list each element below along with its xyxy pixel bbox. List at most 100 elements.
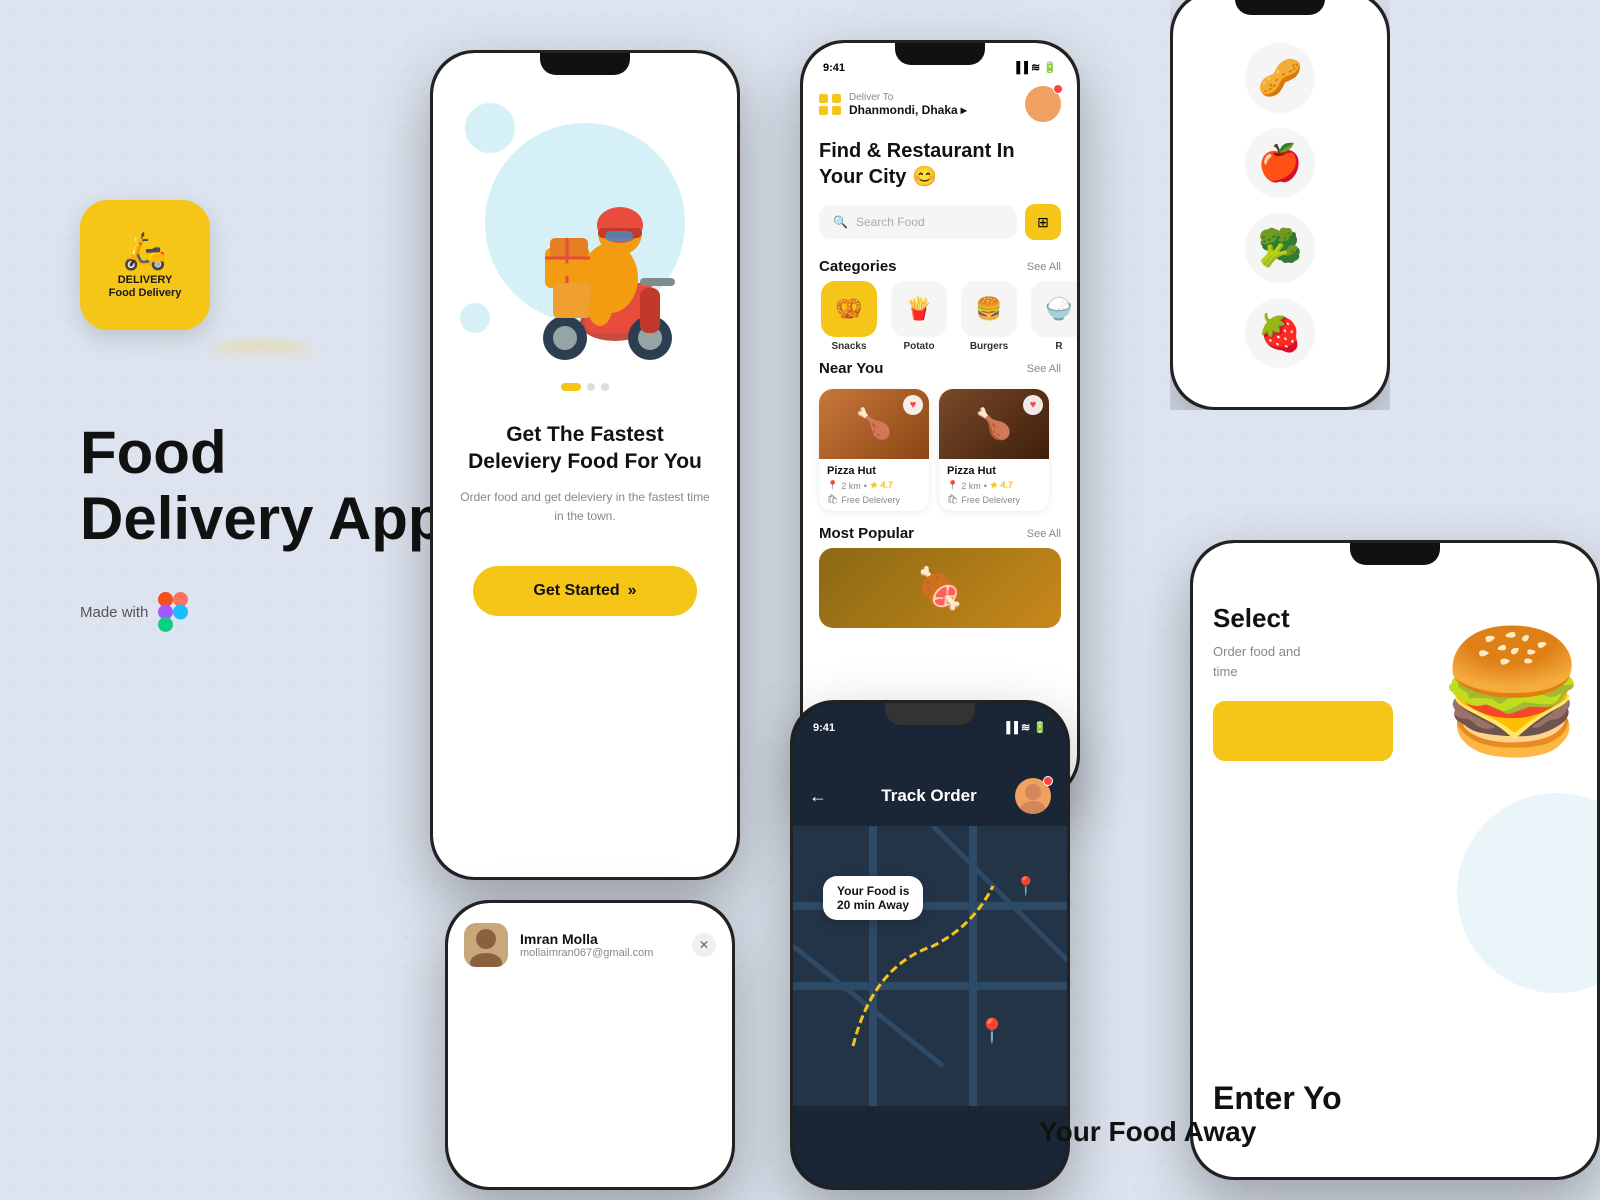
popular-food-emoji: 🍖	[915, 565, 965, 612]
made-with-row: Made with	[80, 592, 445, 632]
yellow-cta-block[interactable]	[1213, 701, 1393, 761]
map-roads-svg	[793, 826, 1067, 1106]
phone-far-right-top: 🥜 🍎 🥦 🍓	[1170, 0, 1390, 410]
delivery-illustration	[455, 93, 715, 373]
restaurant-card-1[interactable]: 🍗 ♥ Pizza Hut 📍 2 km • ★ 4.7 🛍 Free Dele…	[819, 389, 929, 511]
onboarding-title: Get The FastestDeleviery Food For You	[457, 421, 713, 476]
heart-icon-1[interactable]: ♥	[903, 395, 923, 415]
title-line2: Delivery App	[80, 486, 445, 552]
categories-see-all[interactable]: See All	[1027, 261, 1061, 273]
category-snacks-label: Snacks	[831, 341, 866, 352]
restaurant-rating-1: ★ 4.7	[870, 480, 893, 491]
pin-icon-2: 📍	[947, 480, 958, 491]
grid-icon[interactable]	[819, 94, 841, 115]
onboarding-subtitle: Order food and get deleviery in the fast…	[457, 488, 713, 526]
search-box[interactable]: 🔍 Search Food	[819, 205, 1017, 239]
app-icon-label-top: DELIVERY	[109, 274, 182, 287]
track-title: Track Order	[843, 786, 1015, 806]
restaurant-img-2: 🍗 ♥	[939, 389, 1049, 459]
back-button[interactable]: ←	[809, 786, 827, 807]
app-icon-label-bottom: Food Delivery	[109, 287, 182, 300]
deliver-location: Dhanmondi, Dhaka ▸	[849, 103, 967, 117]
far-right-bottom-notch	[1350, 543, 1440, 565]
phone-right-top: 9:41 ▐▐ ≋ 🔋 Deliver To Dhanmondi, Dhaka …	[800, 40, 1080, 800]
far-right-top-notch	[1235, 0, 1325, 15]
bag-icon-2: 🛍	[947, 494, 958, 505]
user-info-block: Imran Molla mollaimran067@gmail.com	[520, 931, 680, 959]
restaurant-name-1: Pizza Hut	[827, 465, 921, 477]
app-icon-label: DELIVERY Food Delivery	[109, 274, 182, 300]
phone-right-top-screen: 9:41 ▐▐ ≋ 🔋 Deliver To Dhanmondi, Dhaka …	[803, 43, 1077, 797]
restaurant-delivery-2: 🛍 Free Deleivery	[947, 494, 1041, 505]
categories-title: Categories	[819, 258, 897, 275]
categories-header: Categories See All	[803, 250, 1077, 281]
pin-icon-1: 📍	[827, 480, 838, 491]
category-rice-icon: 🍚	[1031, 281, 1077, 337]
restaurant-delivery-1: 🛍 Free Deleivery	[827, 494, 921, 505]
near-you-header: Near You See All	[803, 352, 1077, 383]
food-item-nuts: 🥜	[1245, 43, 1315, 113]
delivery-label-2: Free Deleivery	[961, 495, 1020, 505]
bag-icon-1: 🛍	[827, 494, 838, 505]
near-you-see-all[interactable]: See All	[1027, 363, 1061, 375]
restaurant-info-1: Pizza Hut 📍 2 km • ★ 4.7 🛍 Free Deleiver…	[819, 459, 929, 511]
phone-center-screen: Get The FastestDeleviery Food For You Or…	[433, 53, 737, 877]
most-popular-header: Most Popular See All	[803, 517, 1077, 548]
near-you-title: Near You	[819, 360, 883, 377]
get-started-label: Get Started	[533, 582, 619, 600]
track-screen: 9:41 ▐▐ ≋ 🔋 ← Track Order	[793, 703, 1067, 1187]
dot-2	[587, 383, 595, 391]
category-potato[interactable]: 🍟 Potato	[889, 281, 949, 352]
avatar-wrapper	[1025, 86, 1061, 122]
filter-icon: ⊞	[1037, 214, 1049, 231]
category-burgers[interactable]: 🍔 Burgers	[959, 281, 1019, 352]
category-rice[interactable]: 🍚 R	[1029, 281, 1077, 352]
far-right-bottom-screen: Select Order food andtime 🍔 Enter Yo	[1193, 543, 1597, 1177]
close-button[interactable]: ✕	[692, 933, 716, 957]
restaurant-meta-2: 📍 2 km • ★ 4.7	[947, 480, 1041, 491]
restaurant-info-2: Pizza Hut 📍 2 km • ★ 4.7 🛍 Free Deleiver…	[939, 459, 1049, 511]
phone-center-notch	[540, 53, 630, 75]
track-notch	[885, 703, 975, 725]
food-item-apple: 🍎	[1245, 128, 1315, 198]
delivery-label-1: Free Deleivery	[841, 495, 900, 505]
category-snacks[interactable]: 🥨 Snacks	[819, 281, 879, 352]
grid-dot-2	[832, 94, 841, 103]
your-food-away-text: Your Food Away	[1039, 1116, 1256, 1148]
get-started-arrow: »	[628, 582, 637, 600]
title-line1: Food	[80, 420, 445, 486]
near-you-grid: 🍗 ♥ Pizza Hut 📍 2 km • ★ 4.7 🛍 Free Dele…	[803, 383, 1077, 517]
app-icon-scooter-emoji: 🛵	[123, 230, 168, 272]
dots-indicator	[561, 383, 609, 391]
phone-far-right-bottom: Select Order food andtime 🍔 Enter Yo	[1190, 540, 1600, 1180]
far-right-top-screen: 🥜 🍎 🥦 🍓	[1173, 0, 1387, 407]
restaurant-name-2: Pizza Hut	[947, 465, 1041, 477]
category-rice-label: R	[1055, 341, 1062, 352]
restaurant-card-2[interactable]: 🍗 ♥ Pizza Hut 📍 2 km • ★ 4.7 🛍 Free Dele…	[939, 389, 1049, 511]
deliver-to-block: Deliver To Dhanmondi, Dhaka ▸	[849, 92, 967, 117]
home-header: Deliver To Dhanmondi, Dhaka ▸	[803, 78, 1077, 130]
user-row: Imran Molla mollaimran067@gmail.com ✕	[464, 923, 716, 967]
phone-center: Get The FastestDeleviery Food For You Or…	[430, 50, 740, 880]
made-with-label: Made with	[80, 604, 148, 621]
category-burgers-icon: 🍔	[961, 281, 1017, 337]
category-potato-label: Potato	[903, 341, 934, 352]
grid-dot-4	[832, 106, 841, 115]
track-time: 9:41	[813, 722, 835, 734]
dot-1	[561, 383, 581, 391]
category-potato-icon: 🍟	[891, 281, 947, 337]
onboarding-text-block: Get The FastestDeleviery Food For You Or…	[433, 421, 737, 566]
phone-bottom-center: Imran Molla mollaimran067@gmail.com ✕	[445, 900, 735, 1190]
category-snacks-icon: 🥨	[821, 281, 877, 337]
search-icon: 🔍	[833, 215, 848, 229]
get-started-button[interactable]: Get Started »	[473, 566, 696, 616]
food-item-strawberry: 🍓	[1245, 298, 1315, 368]
heart-icon-2[interactable]: ♥	[1023, 395, 1043, 415]
search-row: 🔍 Search Food ⊞	[819, 204, 1061, 240]
filter-button[interactable]: ⊞	[1025, 204, 1061, 240]
onboarding-screen: Get The FastestDeleviery Food For You Or…	[433, 53, 737, 616]
restaurant-distance-2: 2 km	[961, 481, 981, 491]
food-items-list: 🥜 🍎 🥦 🍓	[1245, 43, 1315, 368]
most-popular-see-all[interactable]: See All	[1027, 528, 1061, 540]
grid-dot-3	[819, 106, 828, 115]
